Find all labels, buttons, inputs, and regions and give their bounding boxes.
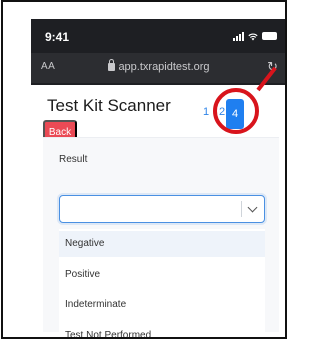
url-text[interactable]: app.txrapidtest.org — [118, 61, 209, 73]
dropdown-menu: Negative Positive Indeterminate Test Not… — [59, 229, 265, 337]
signal-icon — [233, 31, 244, 41]
status-icons — [233, 29, 277, 43]
chevron-down-icon[interactable] — [247, 202, 258, 213]
option-positive[interactable]: Positive — [65, 269, 100, 280]
screenshot-frame: 9:41 AA app.txrapidtest.org Test Kit Sca… — [1, 0, 287, 339]
battery-icon — [262, 32, 277, 40]
select-divider — [241, 201, 242, 217]
page-title: Test Kit Scanner — [47, 96, 171, 115]
option-indeterminate[interactable]: Indeterminate — [65, 299, 126, 310]
browser-chrome: 9:41 AA app.txrapidtest.org — [31, 19, 285, 85]
url-wrap: app.txrapidtest.org — [31, 59, 285, 73]
status-time: 9:41 — [45, 30, 70, 44]
result-label: Result — [59, 154, 88, 165]
annotation-circle — [213, 88, 259, 134]
option-test-not-performed[interactable]: Test Not Performed — [65, 330, 151, 337]
wifi-icon — [248, 33, 258, 40]
result-select[interactable] — [59, 195, 265, 223]
lock-icon — [108, 59, 116, 71]
address-bar[interactable]: AA app.txrapidtest.org ↻ — [31, 53, 285, 83]
status-bar: 9:41 — [31, 19, 285, 53]
step-1-button[interactable]: 1 — [199, 106, 213, 118]
option-negative[interactable]: Negative — [65, 238, 104, 249]
